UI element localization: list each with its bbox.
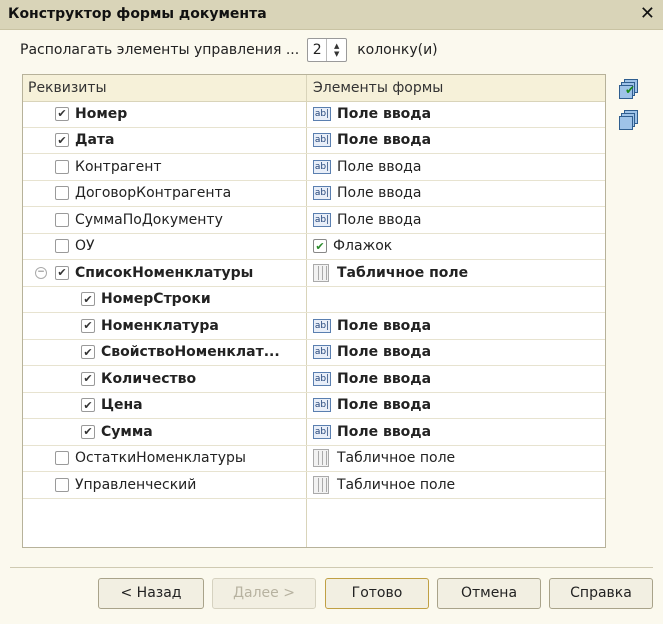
table-row[interactable]: ДоговорКонтрагента ab| Поле ввода (23, 181, 605, 207)
attribute-checkbox[interactable] (55, 451, 69, 466)
table-row[interactable]: ОстаткиНоменклатуры Табличное поле (23, 446, 605, 472)
cancel-button[interactable]: Отмена (437, 578, 541, 609)
attribute-name: ОУ (75, 238, 95, 255)
attribute-checkbox[interactable] (55, 477, 69, 492)
window-title: Конструктор формы документа (8, 6, 267, 22)
table-row[interactable]: ✔ Сумма ab| Поле ввода (23, 419, 605, 446)
attribute-checkbox[interactable]: ✔ (81, 345, 95, 360)
table-row[interactable]: ✔ Номенклатура ab| Поле ввода (23, 313, 605, 340)
collapse-icon[interactable]: − (35, 266, 47, 279)
form-element-type[interactable]: Флажок (333, 238, 392, 254)
input-field-icon: ab| (313, 371, 331, 386)
table-row[interactable]: Управленческий Табличное поле (23, 472, 605, 499)
header-attributes[interactable]: Реквизиты (28, 80, 107, 96)
form-element-type[interactable]: Поле ввода (337, 371, 431, 387)
attribute-checkbox[interactable]: ✔ (81, 292, 95, 307)
attribute-checkbox[interactable]: ✔ (55, 133, 69, 148)
table-row[interactable]: ОУ ✔ Флажок (23, 234, 605, 260)
columns-option: Располагать элементы управления ... 2 ▲ … (20, 38, 438, 62)
form-element-type[interactable]: Поле ввода (337, 318, 431, 334)
table-row[interactable]: ✔ СвойствоНоменклат... ab| Поле ввода (23, 340, 605, 366)
input-field-icon: ab| (313, 159, 331, 174)
attribute-checkbox[interactable]: ✔ (81, 371, 95, 386)
attribute-name: Управленческий (75, 476, 197, 493)
form-element-type[interactable]: Поле ввода (337, 106, 431, 122)
header-form-elements[interactable]: Элементы формы (313, 80, 443, 96)
form-element-type[interactable]: Поле ввода (337, 132, 431, 148)
input-field-icon: ab| (313, 186, 331, 201)
form-element-type[interactable]: Табличное поле (337, 265, 468, 281)
table-field-icon (313, 475, 329, 494)
table-row[interactable]: − ✔ СписокНоменклатуры Табличное поле (23, 260, 605, 287)
attribute-name: Количество (101, 370, 197, 387)
attribute-checkbox[interactable] (55, 212, 69, 227)
attribute-name: ДоговорКонтрагента (75, 185, 232, 202)
attribute-checkbox[interactable] (55, 159, 69, 174)
attribute-name: Контрагент (75, 158, 162, 175)
form-element-type[interactable]: Табличное поле (337, 477, 455, 493)
attribute-checkbox[interactable]: ✔ (55, 265, 69, 280)
attribute-checkbox[interactable]: ✔ (81, 318, 95, 333)
attribute-name: СвойствоНоменклат... (101, 344, 280, 361)
button-separator (10, 567, 653, 568)
attribute-checkbox[interactable]: ✔ (81, 398, 95, 413)
attribute-checkbox[interactable]: ✔ (55, 106, 69, 121)
table-row[interactable]: ✔ Дата ab| Поле ввода (23, 128, 605, 154)
table-row[interactable]: ✔ Номер ab| Поле ввода (23, 101, 605, 128)
attribute-name: Сумма (101, 423, 153, 440)
attribute-checkbox[interactable] (55, 186, 69, 201)
next-button[interactable]: Далее > (212, 578, 316, 609)
table-row[interactable]: ✔ Количество ab| Поле ввода (23, 366, 605, 393)
table-row[interactable]: ✔ Цена ab| Поле ввода (23, 393, 605, 419)
close-icon[interactable]: ✕ (640, 3, 655, 24)
done-button[interactable]: Готово (325, 578, 429, 609)
help-button[interactable]: Справка (549, 578, 653, 609)
input-field-icon: ab| (313, 345, 331, 360)
table-row[interactable]: ✔ НомерСтроки (23, 287, 605, 313)
table-field-icon (313, 263, 329, 282)
attributes-grid[interactable]: Реквизиты Элементы формы ✔ Номер ab| Поле в… (22, 74, 606, 548)
form-element-type[interactable]: Табличное поле (337, 450, 455, 466)
form-element-type[interactable]: Поле ввода (337, 344, 431, 360)
form-element-type[interactable]: Поле ввода (337, 397, 431, 413)
input-field-icon: ab| (313, 106, 331, 121)
input-field-icon: ab| (313, 133, 331, 148)
input-field-icon: ab| (313, 318, 331, 333)
title-bar: Конструктор формы документа ✕ (0, 0, 663, 30)
form-element-type[interactable]: Поле ввода (337, 212, 421, 228)
attribute-checkbox[interactable] (55, 239, 69, 254)
columns-option-label: Располагать элементы управления ... (20, 42, 300, 58)
spin-up-icon[interactable]: ▲ (334, 42, 339, 50)
table-row[interactable]: Контрагент ab| Поле ввода (23, 154, 605, 181)
checkbox-element-icon: ✔ (313, 239, 327, 254)
attribute-name: Дата (75, 132, 115, 149)
form-element-type[interactable]: Поле ввода (337, 185, 421, 201)
attribute-name: СуммаПоДокументу (75, 211, 223, 228)
columns-value[interactable]: 2 (308, 39, 328, 61)
check-all-icon[interactable]: ✔ (619, 79, 639, 99)
table-row[interactable]: СуммаПоДокументу ab| Поле ввода (23, 207, 605, 234)
uncheck-all-icon[interactable] (619, 110, 639, 130)
attribute-name: ОстаткиНоменклатуры (75, 450, 246, 467)
form-element-type[interactable]: Поле ввода (337, 159, 421, 175)
table-field-icon (313, 449, 329, 468)
columns-suffix-label: колонку(и) (357, 42, 438, 58)
attribute-name: НомерСтроки (101, 291, 211, 308)
attribute-name: Номер (75, 105, 128, 122)
back-button[interactable]: < Назад (98, 578, 204, 609)
attribute-name: Номенклатура (101, 317, 219, 334)
input-field-icon: ab| (313, 212, 331, 227)
columns-spinner[interactable]: 2 ▲ ▼ (307, 38, 348, 62)
attribute-checkbox[interactable]: ✔ (81, 424, 95, 439)
attribute-name: Цена (101, 397, 143, 414)
attribute-name: СписокНоменклатуры (75, 264, 254, 281)
spin-down-icon[interactable]: ▼ (334, 50, 339, 58)
grid-header: Реквизиты Элементы формы (23, 75, 605, 102)
form-element-type[interactable]: Поле ввода (337, 424, 431, 440)
input-field-icon: ab| (313, 424, 331, 439)
input-field-icon: ab| (313, 398, 331, 413)
